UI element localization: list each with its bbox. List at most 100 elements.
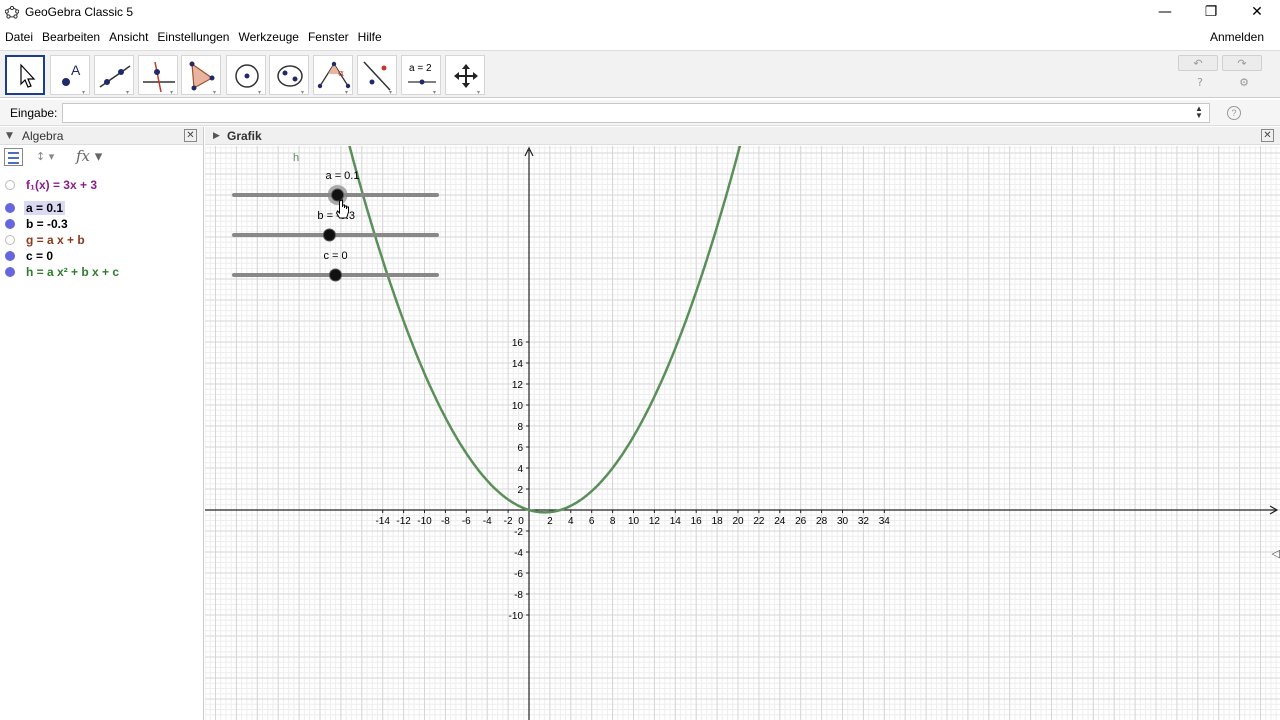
algebra-item[interactable]: f₁(x) = 3x + 3 [0, 177, 204, 193]
y-tick-label: 16 [512, 338, 524, 349]
help-icon[interactable]: ? [1193, 76, 1207, 90]
x-tick-label: 14 [670, 516, 682, 527]
visibility-toggle-icon[interactable] [5, 235, 15, 245]
menu-hilfe[interactable]: Hilfe [353, 30, 386, 44]
redo-button[interactable]: ↷ [1222, 55, 1262, 71]
minimize-button[interactable]: — [1142, 0, 1188, 24]
menu-einstellungen[interactable]: Einstellungen [152, 30, 233, 44]
circle-tool-button[interactable] [226, 55, 266, 95]
move-graphics-icon [454, 64, 480, 94]
collapse-arrow-icon[interactable]: ▼ [6, 131, 13, 141]
x-tick-label: 16 [691, 516, 703, 527]
x-tick-label: -12 [396, 516, 411, 527]
ellipse-tool-button[interactable] [269, 55, 309, 95]
graphics-close-button[interactable]: ✕ [1261, 129, 1274, 142]
svg-text:α: α [338, 69, 344, 79]
y-tick-label: 12 [512, 380, 524, 391]
y-tick-label: -8 [514, 590, 523, 601]
graphics-panel: ▶ Grafik ✕ -14 -12 -10 -8 -6 -4 -2 0 2 4 6 8 10 12 14 1… [205, 127, 1280, 720]
x-tick-label: -8 [441, 516, 450, 527]
x-tick-label: 30 [837, 516, 849, 527]
algebra-close-button[interactable]: ✕ [184, 129, 197, 142]
graphics-title: Grafik [227, 129, 262, 143]
algebra-item-text[interactable]: a = 0.1 [24, 201, 66, 215]
x-tick-label: 8 [610, 516, 616, 527]
point-icon: A [62, 62, 85, 94]
graphics-canvas[interactable]: -14 -12 -10 -8 -6 -4 -2 0 2 4 6 8 10 12 14 16 18 20 22 24 26… [205, 146, 1280, 720]
algebra-title: Algebra [22, 129, 64, 143]
slider-knob[interactable] [331, 188, 345, 202]
algebra-view-icon[interactable] [4, 148, 23, 166]
slider-knob[interactable] [329, 268, 342, 282]
slider-label: a = 0.1 [326, 170, 360, 182]
algebra-toolbar: ↕ ▾ fx ▾ [0, 145, 203, 169]
algebra-item[interactable]: c = 0 [0, 248, 204, 264]
undo-button[interactable]: ↶ [1178, 55, 1218, 71]
close-window-button[interactable]: ✕ [1234, 0, 1280, 24]
visibility-toggle-icon[interactable] [5, 219, 15, 229]
input-history-arrows-icon[interactable]: ▲ ▼ [1195, 105, 1203, 120]
title-bar: GeoGebra Classic 5 — ❐ ✕ [0, 0, 1280, 24]
reflect-icon [363, 61, 392, 94]
expand-arrow-icon[interactable]: ▶ [213, 131, 220, 141]
polygon-icon [189, 61, 216, 94]
tool-bar: A α a = 2 ↶ ↷ [0, 50, 1280, 98]
perpendicular-tool-button[interactable] [138, 55, 178, 95]
x-tick-label: -6 [462, 516, 471, 527]
menu-werkzeuge[interactable]: Werkzeuge [233, 30, 302, 44]
y-tick-label: -6 [514, 569, 523, 580]
algebra-item-text[interactable]: f₁(x) = 3x + 3 [26, 178, 97, 192]
x-tick-label: 4 [568, 516, 574, 527]
slider-knob[interactable] [322, 228, 336, 242]
algebra-item[interactable]: a = 0.1 [0, 200, 204, 216]
algebra-item-text[interactable]: g = a x + b [26, 233, 85, 247]
input-help-icon[interactable]: ? [1227, 106, 1241, 120]
menu-ansicht[interactable]: Ansicht [104, 30, 152, 44]
slider-label: c = 0 [324, 250, 348, 262]
menu-bearbeiten[interactable]: Bearbeiten [37, 30, 104, 44]
x-tick-label: 32 [858, 516, 870, 527]
sign-in-link[interactable]: Anmelden [1210, 30, 1264, 44]
algebra-item-text[interactable]: b = -0.3 [26, 217, 68, 231]
visibility-toggle-icon[interactable] [5, 251, 15, 261]
menu-fenster[interactable]: Fenster [303, 30, 353, 44]
x-tick-label: 20 [732, 516, 744, 527]
algebra-item[interactable]: b = -0.3 [0, 216, 204, 232]
y-tick-label: 8 [517, 422, 523, 433]
maximize-button[interactable]: ❐ [1188, 0, 1234, 24]
algebra-header: ▼ Algebra ✕ [0, 127, 203, 145]
algebra-item[interactable]: g = a x + b [0, 232, 204, 248]
algebra-item[interactable]: h = a x² + b x + c [0, 264, 204, 280]
x-tick-label: -2 [504, 516, 513, 527]
slider-icon [408, 79, 436, 94]
x-tick-label: 18 [712, 516, 724, 527]
settings-icon[interactable]: ⚙ [1237, 76, 1251, 90]
x-tick-label: -4 [483, 516, 492, 527]
angle-tool-button[interactable]: α [313, 55, 353, 95]
menu-datei[interactable]: Datei [0, 30, 37, 44]
algebra-item-text[interactable]: c = 0 [26, 249, 53, 263]
input-label: Eingabe: [10, 106, 58, 120]
line-tool-button[interactable] [94, 55, 134, 95]
slider-label: b = -0.3 [317, 210, 355, 222]
fx-icon[interactable]: fx ▾ [76, 147, 102, 165]
sort-icon[interactable]: ↕ ▾ [36, 150, 54, 163]
slider-tool-button[interactable]: a = 2 [401, 55, 441, 95]
move-graphics-tool-button[interactable] [445, 55, 485, 95]
move-tool-button[interactable] [5, 55, 45, 95]
y-tick-label: 2 [517, 485, 523, 496]
reflect-tool-button[interactable] [357, 55, 397, 95]
x-tick-label: 10 [628, 516, 640, 527]
visibility-toggle-icon[interactable] [5, 267, 15, 277]
ellipse-icon [277, 65, 304, 94]
visibility-toggle-icon[interactable] [5, 203, 15, 213]
side-panel-toggle-icon[interactable]: ◁ [1272, 547, 1280, 560]
visibility-toggle-icon[interactable] [5, 180, 15, 190]
algebra-panel: ▼ Algebra ✕ ↕ ▾ fx ▾ f₁(x) = 3x + 3 a = 0… [0, 127, 204, 720]
polygon-tool-button[interactable] [181, 55, 221, 95]
algebra-item-text[interactable]: h = a x² + b x + c [26, 265, 119, 279]
input-field[interactable] [62, 103, 1210, 123]
x-tick-label: 34 [879, 516, 891, 527]
point-tool-button[interactable]: A [50, 55, 90, 95]
y-tick-label: -2 [514, 527, 523, 538]
